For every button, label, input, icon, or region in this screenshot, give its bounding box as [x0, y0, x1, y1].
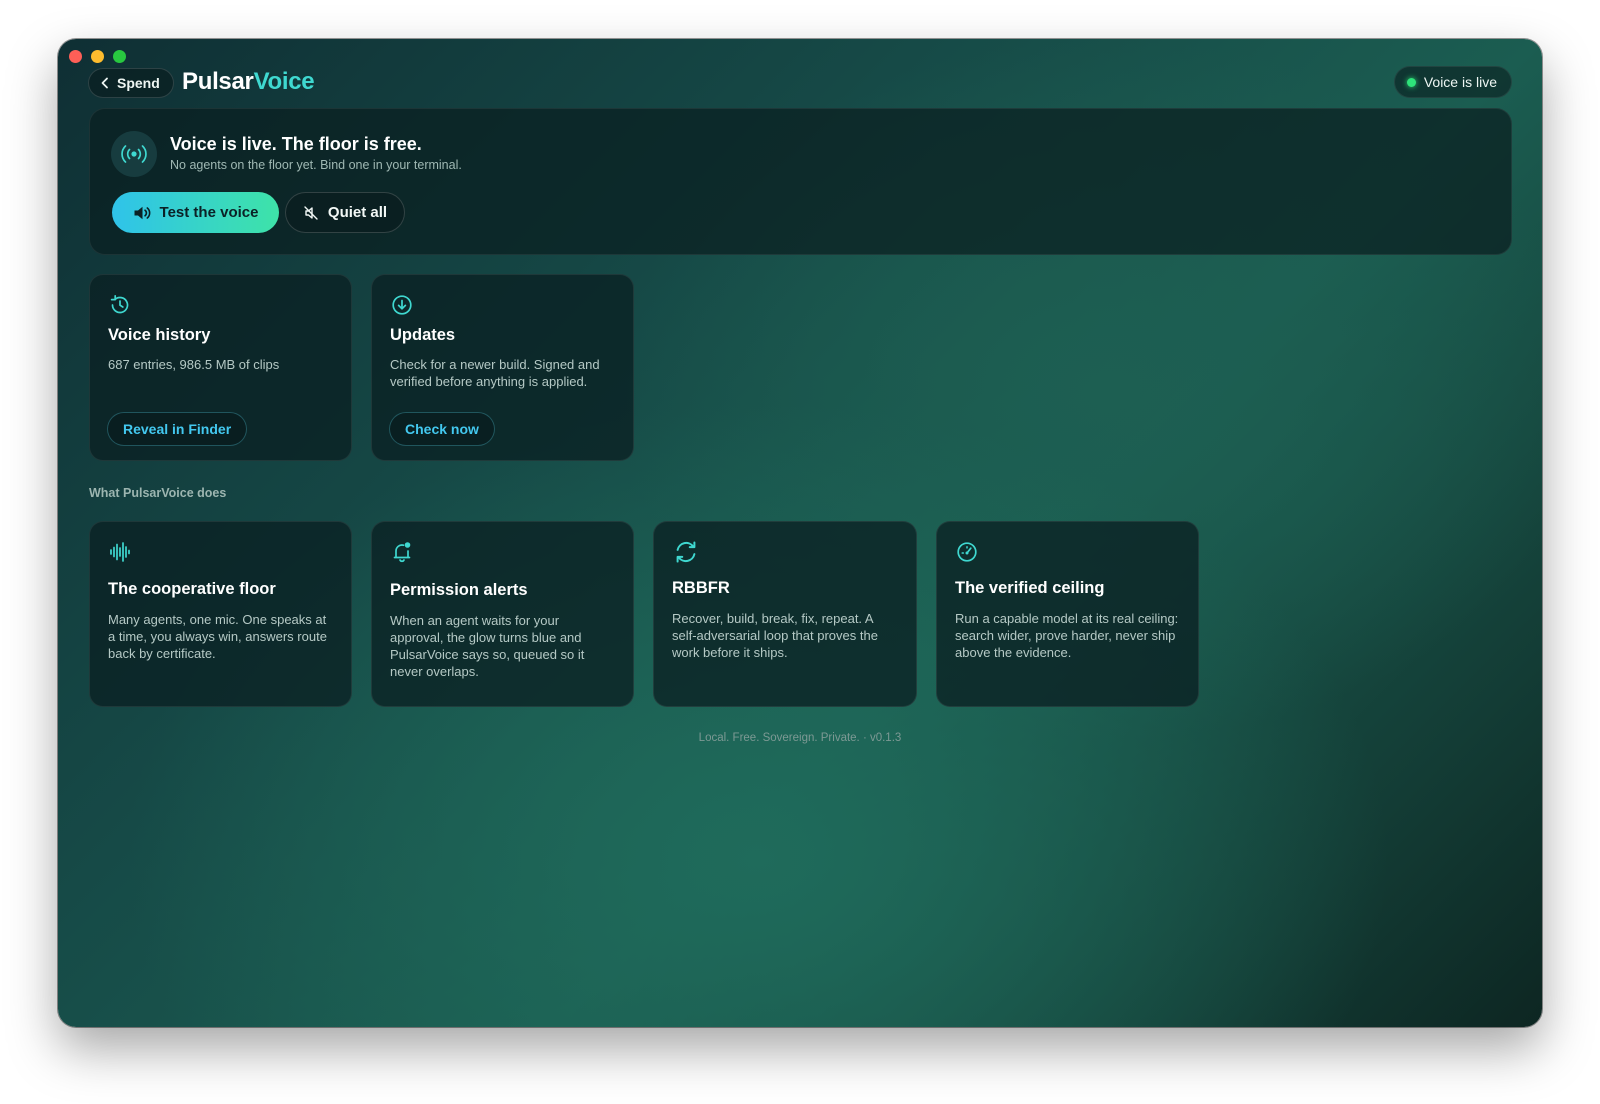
quiet-all-button[interactable]: Quiet all: [285, 192, 405, 233]
banner-title: Voice is live. The floor is free.: [170, 134, 422, 154]
status-badge-label: Voice is live: [1423, 74, 1497, 90]
card-title: The cooperative floor: [108, 580, 276, 598]
feature-card-rbbfr: RBBFR Recover, build, break, fix, repeat…: [653, 521, 917, 707]
test-voice-button-label: Test the voice: [159, 204, 259, 221]
gauge-icon: [957, 542, 977, 562]
card-description: Check for a newer build. Signed and veri…: [390, 357, 600, 389]
window-controls: [69, 50, 126, 63]
status-badge: Voice is live: [1393, 66, 1512, 98]
card-title: Permission alerts: [390, 581, 528, 599]
section-heading: What PulsarVoice does: [89, 486, 227, 500]
footer-tagline: Local. Free. Sovereign. Private. · v0.1.…: [698, 732, 902, 744]
zoom-window-button[interactable]: [113, 50, 126, 63]
minimize-window-button[interactable]: [91, 50, 104, 63]
quiet-all-button-label: Quiet all: [327, 204, 388, 221]
check-now-button[interactable]: Check now: [389, 412, 495, 446]
live-indicator-icon: [1406, 77, 1416, 87]
broadcast-icon: [111, 131, 157, 177]
card-description: Many agents, one mic. One speaks at a ti…: [108, 612, 327, 661]
card-title: Voice history: [108, 326, 211, 344]
card-title: Updates: [390, 326, 456, 344]
download-icon: [392, 295, 412, 315]
card-title: RBBFR: [672, 579, 730, 597]
back-button-label: Spend: [117, 75, 160, 91]
refresh-icon: [676, 541, 696, 563]
reveal-in-finder-button[interactable]: Reveal in Finder: [107, 412, 248, 446]
feature-card-verified-ceiling: The verified ceiling Run a capable model…: [936, 521, 1199, 707]
history-icon: [110, 294, 129, 314]
app-title: PulsarVoice: [182, 68, 315, 96]
updates-card: Updates Check for a newer build. Signed …: [371, 274, 634, 461]
card-description: Run a capable model at its real ceiling:…: [955, 611, 1179, 660]
mute-icon: [304, 205, 318, 220]
brand-name-part2: Voice: [253, 68, 315, 95]
chevron-left-icon: [101, 77, 108, 89]
back-button[interactable]: Spend: [88, 68, 174, 98]
test-voice-button[interactable]: Test the voice: [112, 192, 279, 233]
waveform-icon: [110, 542, 130, 562]
bell-icon: [393, 542, 411, 563]
feature-card-cooperative-floor: The cooperative floor Many agents, one m…: [89, 521, 352, 707]
banner-subtitle: No agents on the floor yet. Bind one in …: [170, 158, 462, 172]
feature-card-permission-alerts: Permission alerts When an agent waits fo…: [371, 521, 634, 707]
card-description: 687 entries, 986.5 MB of clips: [108, 357, 280, 372]
status-banner: Voice is live. The floor is free. No age…: [89, 108, 1512, 255]
brand-name-part1: Pulsar: [182, 68, 254, 95]
app-window: Spend PulsarVoice Voice is live Voice is…: [58, 39, 1542, 1027]
speaker-icon: [134, 206, 150, 219]
voice-history-card: Voice history 687 entries, 986.5 MB of c…: [89, 274, 352, 461]
close-window-button[interactable]: [69, 50, 82, 63]
card-description: When an agent waits for your approval, t…: [390, 613, 585, 679]
card-title: The verified ceiling: [955, 579, 1105, 597]
card-description: Recover, build, break, fix, repeat. A se…: [672, 611, 878, 660]
